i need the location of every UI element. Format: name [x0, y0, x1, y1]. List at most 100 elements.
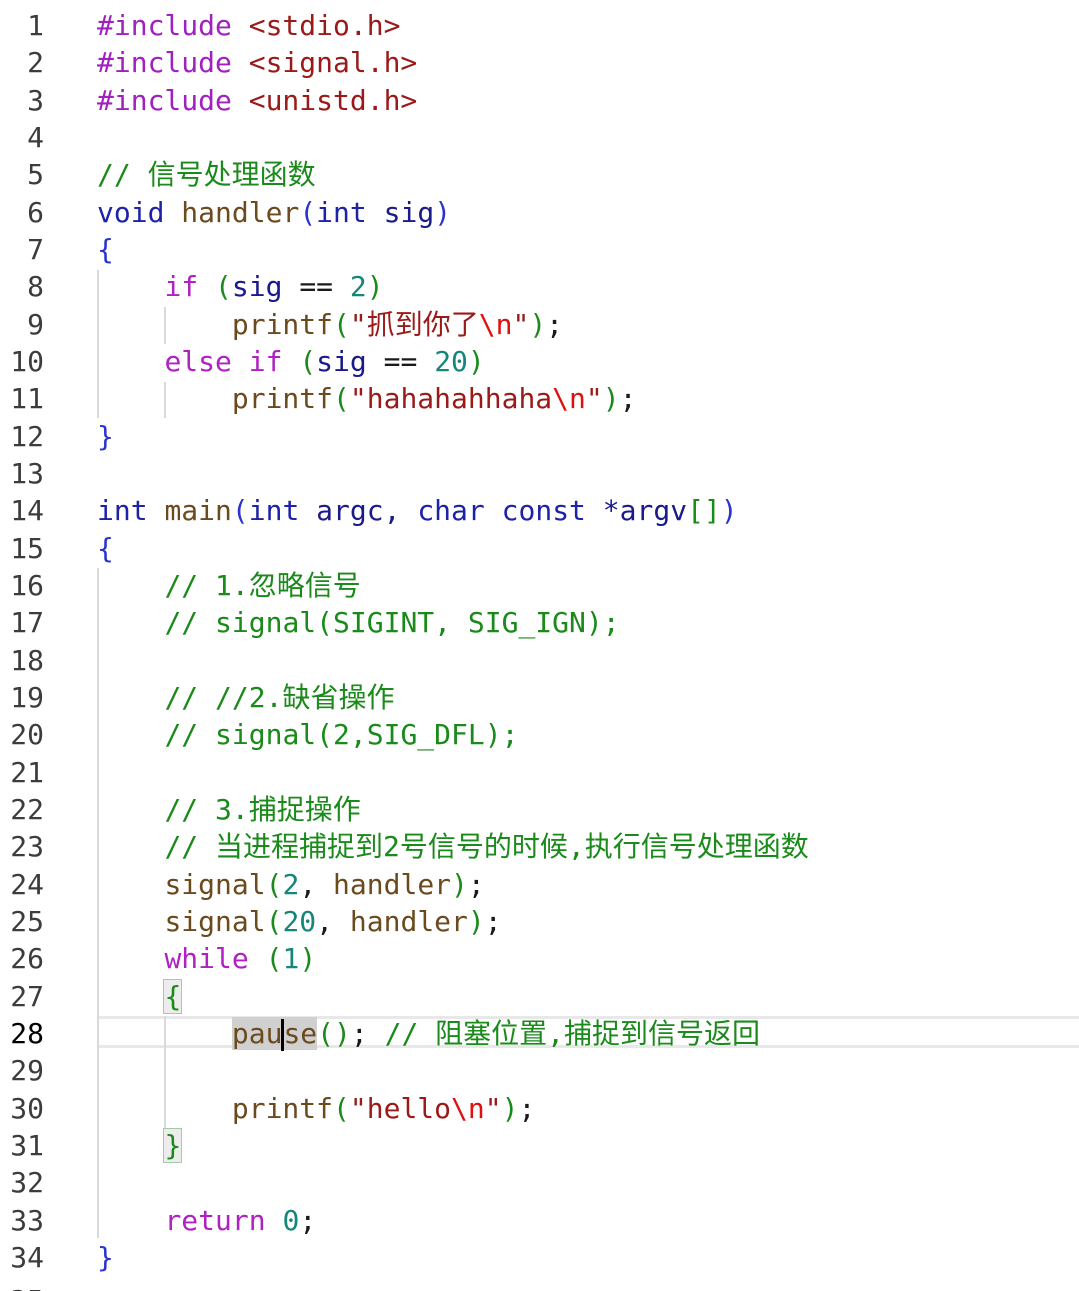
- operator: ==: [299, 270, 334, 303]
- line-number: 2: [27, 46, 44, 79]
- preprocessor-directive: #include: [97, 46, 232, 79]
- number: 2: [349, 270, 367, 303]
- code-line-5: // 信号处理函数: [97, 156, 1079, 193]
- paren: (: [299, 196, 317, 229]
- escape-sequence: \n: [451, 1092, 485, 1125]
- comma: ,: [299, 868, 317, 901]
- paren: ): [451, 868, 468, 901]
- line-number: 3: [27, 84, 44, 117]
- code-line-16: // 1.忽略信号: [97, 567, 1079, 604]
- code-line-19: // //2.缺省操作: [97, 679, 1079, 716]
- type-keyword: int: [316, 196, 367, 229]
- code-line-20: // signal(2,SIG_DFL);: [97, 716, 1079, 753]
- preprocessor-directive: #include: [97, 84, 232, 117]
- brackets: []: [687, 494, 721, 527]
- code-line-10: else if (sig == 20): [97, 343, 1079, 380]
- preprocessor-directive: #include: [97, 9, 232, 42]
- semicolon: ;: [299, 1204, 317, 1237]
- line-number: 7: [27, 233, 44, 266]
- paren: (: [265, 942, 283, 975]
- semicolon: ;: [350, 1017, 368, 1050]
- line-number: 19: [10, 681, 44, 714]
- code-line-28: pause(); // 阻塞位置,捕捉到信号返回: [97, 1015, 1079, 1052]
- code-line-6: void handler(int sig): [97, 194, 1079, 231]
- string: ": [484, 1092, 502, 1125]
- paren: ): [366, 270, 384, 303]
- function-call: printf: [231, 1092, 334, 1125]
- line-number: 8: [27, 270, 44, 303]
- line-number-partial: 35: [0, 1282, 44, 1291]
- code-line-33: return 0;: [97, 1202, 1079, 1239]
- comment: // 当进程捕捉到2号信号的时候,执行信号处理函数: [164, 830, 809, 863]
- control-keyword: else: [164, 345, 232, 378]
- line-number: 18: [10, 644, 44, 677]
- line-number: 25: [10, 905, 44, 938]
- paren: (: [299, 345, 317, 378]
- code-line-22: // 3.捕捉操作: [97, 791, 1079, 828]
- comma: ,: [383, 494, 401, 527]
- code-line-31: }: [97, 1127, 1079, 1164]
- function-name: handler: [181, 196, 300, 229]
- escape-sequence: \n: [478, 308, 513, 341]
- code-line-8: if (sig == 2): [97, 268, 1079, 305]
- comment: // //2.缺省操作: [164, 681, 395, 714]
- line-number: 31: [10, 1129, 44, 1162]
- line-number: 5: [27, 158, 44, 191]
- comment: // 1.忽略信号: [164, 569, 361, 602]
- function-name-part: se: [283, 1017, 318, 1050]
- line-number: 1: [27, 9, 44, 42]
- code-line-9: printf("抓到你了\n");: [97, 306, 1079, 343]
- include-path: <unistd.h>: [248, 84, 418, 117]
- matched-brace: }: [163, 1128, 183, 1163]
- identifier: handler: [333, 868, 452, 901]
- control-keyword: return: [164, 1204, 266, 1237]
- variable: sig: [316, 345, 367, 378]
- control-keyword: while: [164, 942, 249, 975]
- line-number: 20: [10, 718, 44, 751]
- paren: (: [333, 308, 350, 341]
- line-number: 23: [10, 830, 44, 863]
- code-line-27: {: [97, 978, 1079, 1015]
- function-call: printf: [231, 308, 334, 341]
- semicolon: ;: [619, 382, 637, 415]
- line-number: 33: [10, 1204, 44, 1237]
- string: "hahahahhaha: [349, 382, 553, 415]
- line-number: 21: [10, 756, 44, 789]
- semicolon: ;: [546, 308, 564, 341]
- line-number: 26: [10, 942, 44, 975]
- identifier: handler: [349, 905, 468, 938]
- control-keyword: if: [248, 345, 283, 378]
- paren: (: [215, 270, 232, 303]
- paren: ): [501, 1092, 519, 1125]
- line-number: 12: [10, 420, 44, 453]
- paren: ): [299, 942, 317, 975]
- paren: (: [333, 382, 350, 415]
- line-number-current: 28: [10, 1017, 44, 1050]
- function-name-part: pau: [231, 1017, 283, 1050]
- code-line-30: printf("hello\n");: [97, 1090, 1079, 1127]
- comment: // signal(2,SIG_DFL);: [164, 718, 519, 751]
- code-line-1: #include <stdio.h>: [97, 7, 1079, 44]
- param-name: argc: [316, 494, 384, 527]
- paren: (: [333, 1092, 350, 1125]
- brace: {: [97, 532, 114, 565]
- code-line-23: // 当进程捕捉到2号信号的时候,执行信号处理函数: [97, 828, 1079, 865]
- code-line-3: #include <unistd.h>: [97, 82, 1079, 119]
- type-keyword: void: [97, 196, 165, 229]
- paren: ): [467, 905, 485, 938]
- code-line-17: // signal(SIGINT, SIG_IGN);: [97, 604, 1079, 641]
- type-keyword: int: [97, 494, 148, 527]
- function-name: main: [164, 494, 232, 527]
- include-path: <stdio.h>: [248, 9, 401, 42]
- semicolon: ;: [484, 905, 502, 938]
- semicolon: ;: [467, 868, 485, 901]
- code-editor[interactable]: 1 2 3 4 5 6 7 8 9 10 11 12 13 14 15 16 1…: [0, 0, 1079, 1291]
- string: "hello: [349, 1092, 452, 1125]
- code-line-14: int main(int argc, char const *argv[]): [97, 492, 1079, 529]
- function-call: printf: [231, 382, 334, 415]
- variable: sig: [231, 270, 283, 303]
- line-number: 29: [10, 1054, 44, 1087]
- operator: ==: [383, 345, 418, 378]
- line-number: 34: [10, 1241, 44, 1274]
- string: ": [585, 382, 603, 415]
